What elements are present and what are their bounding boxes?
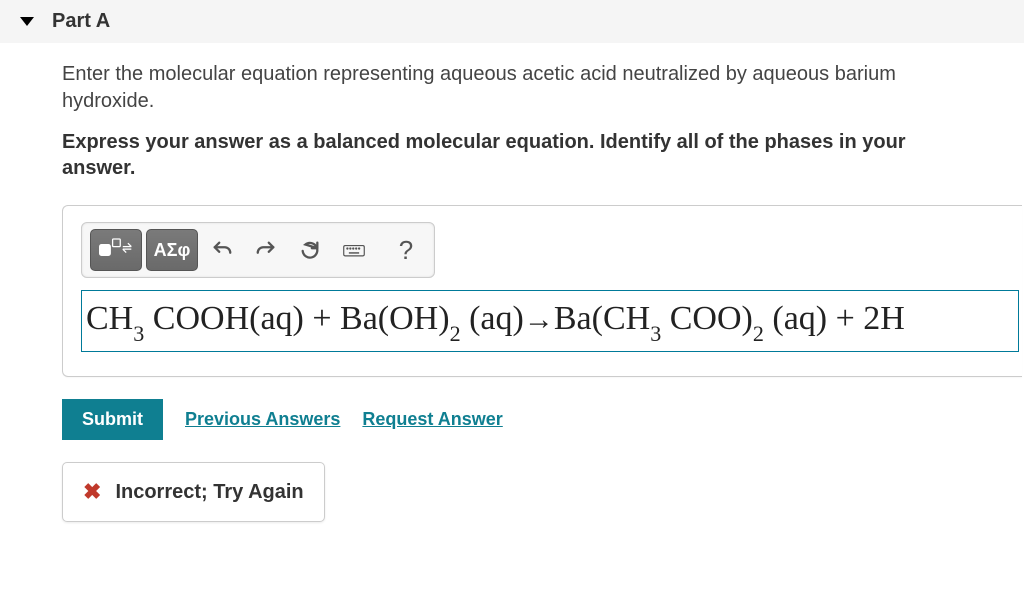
undo-button[interactable] bbox=[202, 229, 242, 271]
previous-answers-link[interactable]: Previous Answers bbox=[185, 409, 340, 430]
incorrect-icon: ✖ bbox=[83, 479, 101, 505]
keyboard-icon bbox=[343, 239, 365, 261]
submit-button[interactable]: Submit bbox=[62, 399, 163, 440]
reset-icon bbox=[299, 239, 321, 261]
collapse-icon[interactable] bbox=[20, 17, 34, 26]
redo-icon bbox=[255, 239, 277, 261]
help-button[interactable]: ? bbox=[386, 229, 426, 271]
submit-row: Submit Previous Answers Request Answer bbox=[62, 399, 1024, 440]
answer-panel: ΑΣφ bbox=[62, 205, 1022, 377]
feedback-message: Incorrect; Try Again bbox=[115, 481, 303, 504]
part-header[interactable]: Part A bbox=[0, 0, 1024, 43]
question-prompt: Enter the molecular equation representin… bbox=[62, 61, 972, 115]
undo-icon bbox=[211, 239, 233, 261]
template-icon bbox=[99, 238, 133, 262]
redo-button[interactable] bbox=[246, 229, 286, 271]
equation-toolbar: ΑΣφ bbox=[81, 222, 435, 278]
symbols-button[interactable]: ΑΣφ bbox=[146, 229, 198, 271]
equation-input[interactable]: CH3 COOH(aq) + Ba(OH)2 (aq)→Ba(CH3 COO)2… bbox=[81, 290, 1019, 352]
content-area: Enter the molecular equation representin… bbox=[0, 43, 1024, 522]
keyboard-button[interactable] bbox=[334, 229, 374, 271]
reset-button[interactable] bbox=[290, 229, 330, 271]
feedback-box: ✖ Incorrect; Try Again bbox=[62, 462, 325, 522]
part-title: Part A bbox=[52, 10, 110, 33]
request-answer-link[interactable]: Request Answer bbox=[362, 409, 502, 430]
templates-button[interactable] bbox=[90, 229, 142, 271]
question-instructions: Express your answer as a balanced molecu… bbox=[62, 129, 972, 181]
